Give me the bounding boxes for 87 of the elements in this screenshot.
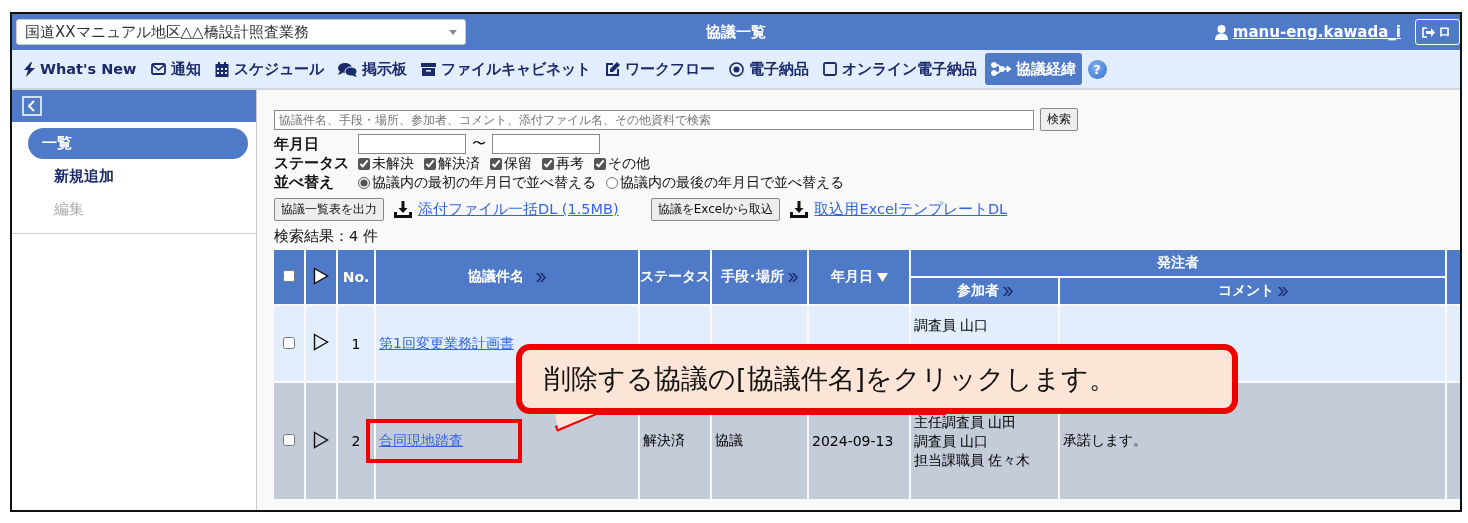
action-button[interactable]: 協議一覧表を出力	[274, 198, 384, 221]
radio-label: 協議内の最初の年月日で並べ替える	[372, 173, 596, 192]
collapse-icon[interactable]	[22, 96, 42, 116]
project-select[interactable]: 国道XXマニュアル地区△△橋設計照査業務	[16, 19, 466, 45]
row-number: 1	[351, 335, 361, 352]
calendar-icon	[214, 61, 229, 77]
search-field[interactable]: 協議件名、手段・場所、参加者、コメント、添付ファイル名、その他資料で検索	[274, 109, 1034, 130]
nav-tab[interactable]: ワークフロー	[598, 53, 721, 85]
double-chevron-icon[interactable]	[1002, 286, 1013, 296]
edit-icon	[604, 61, 620, 77]
select-all-checkbox[interactable]	[283, 270, 295, 282]
nav-tab[interactable]: 電子納品	[722, 53, 815, 85]
user-icon	[1214, 24, 1228, 40]
status-checkbox[interactable]	[490, 157, 502, 170]
caret-icon	[449, 29, 457, 35]
radio-label: 協議内の最後の年月日で並べ替える	[620, 173, 844, 192]
status-label: ステータス	[274, 154, 350, 173]
archive-box-icon	[420, 62, 436, 76]
participant-text: 主任調査員 山田	[914, 412, 1018, 432]
page-title: 協議一覧	[706, 22, 766, 41]
title-link[interactable]: 合同現地踏査	[379, 432, 463, 448]
double-chevron-icon[interactable]	[788, 272, 798, 282]
user-link[interactable]: manu-eng.kawada_i	[1232, 23, 1401, 41]
nav-tab[interactable]: 協議経緯	[984, 53, 1082, 85]
bolt-icon	[24, 61, 35, 77]
column-header: ステータス	[640, 268, 710, 286]
sort-down-icon[interactable]	[876, 272, 888, 282]
nav-tab[interactable]: スケジュール	[208, 53, 330, 85]
checkbox-label: 再考	[556, 154, 584, 173]
status-checkbox[interactable]	[358, 157, 370, 170]
logout-icon	[1422, 26, 1435, 38]
participant-text: 調査員 山口	[914, 431, 990, 451]
download-link[interactable]: 取込用ExcelテンプレートDL	[814, 200, 1008, 219]
sidebar-item[interactable]: 新規追加	[28, 161, 248, 192]
expand-icon[interactable]	[313, 333, 329, 351]
group-header: 発注者	[1157, 254, 1199, 270]
checkbox-label: 未解決	[372, 154, 414, 173]
status-text: 解決済	[643, 432, 685, 448]
download-icon	[790, 201, 809, 218]
checkbox-label: 解決済	[438, 154, 480, 173]
radio-icon	[728, 61, 744, 77]
download-link[interactable]: 添付ファイル一括DL (1.5MB)	[418, 200, 619, 219]
date-label: 年月日	[274, 134, 320, 154]
checkbox-label: その他	[608, 154, 650, 173]
expand-all-icon[interactable]	[313, 266, 329, 285]
row-number: 2	[351, 433, 361, 449]
status-checkbox[interactable]	[542, 157, 554, 170]
double-chevron-icon[interactable]	[536, 272, 547, 282]
download-icon	[394, 201, 412, 218]
sort-radio[interactable]	[358, 176, 370, 189]
participant-text: 担当課職員 佐々木	[914, 450, 1032, 470]
column-header[interactable]: 年月日	[830, 268, 873, 286]
sort-radio[interactable]	[606, 176, 618, 189]
expand-icon[interactable]	[313, 430, 329, 449]
chat-bubbles-icon	[337, 61, 357, 77]
row-checkbox[interactable]	[283, 336, 295, 349]
range-separator: 〜	[472, 135, 486, 153]
column-header: No.	[342, 269, 370, 285]
nav-tab[interactable]: ファイルキャビネット	[414, 53, 597, 85]
participant-text: 調査員 山口	[914, 316, 990, 335]
date-text: 2024-09-13	[812, 433, 894, 449]
status-checkbox[interactable]	[424, 157, 436, 170]
date-from-field[interactable]	[358, 134, 466, 154]
means-text: 協議	[715, 432, 743, 448]
help-button[interactable]: ?	[1087, 59, 1107, 79]
logout-button[interactable]: ロ	[1415, 19, 1460, 45]
column-header[interactable]: 協議件名	[467, 268, 524, 286]
nav-tab[interactable]: 掲示板	[331, 53, 413, 85]
result-count: 検索結果：4 件	[274, 227, 379, 246]
sidebar-item[interactable]: 一覧	[28, 128, 248, 159]
comment-text: 承諾します。	[1063, 432, 1147, 448]
action-button[interactable]: 協議をExcelから取込	[650, 198, 781, 221]
sort-label: 並べ替え	[274, 173, 335, 192]
nav-tab[interactable]: オンライン電子納品	[816, 53, 983, 85]
nav-tab[interactable]: 通知	[144, 53, 207, 85]
status-checkbox[interactable]	[594, 157, 606, 170]
title-link[interactable]: 第1回変更業務計画書	[379, 334, 514, 351]
column-header[interactable]: コメント	[1217, 282, 1274, 300]
date-to-field[interactable]	[492, 134, 600, 154]
search-button[interactable]: 検索	[1040, 108, 1078, 131]
checkbox-label: 保留	[504, 154, 532, 173]
row-checkbox[interactable]	[283, 434, 295, 446]
square-icon	[822, 62, 837, 76]
envelope-icon	[150, 63, 166, 75]
nav-tab[interactable]: What's New	[18, 53, 143, 85]
branch-icon	[990, 62, 1011, 76]
double-chevron-icon[interactable]	[1277, 286, 1288, 296]
